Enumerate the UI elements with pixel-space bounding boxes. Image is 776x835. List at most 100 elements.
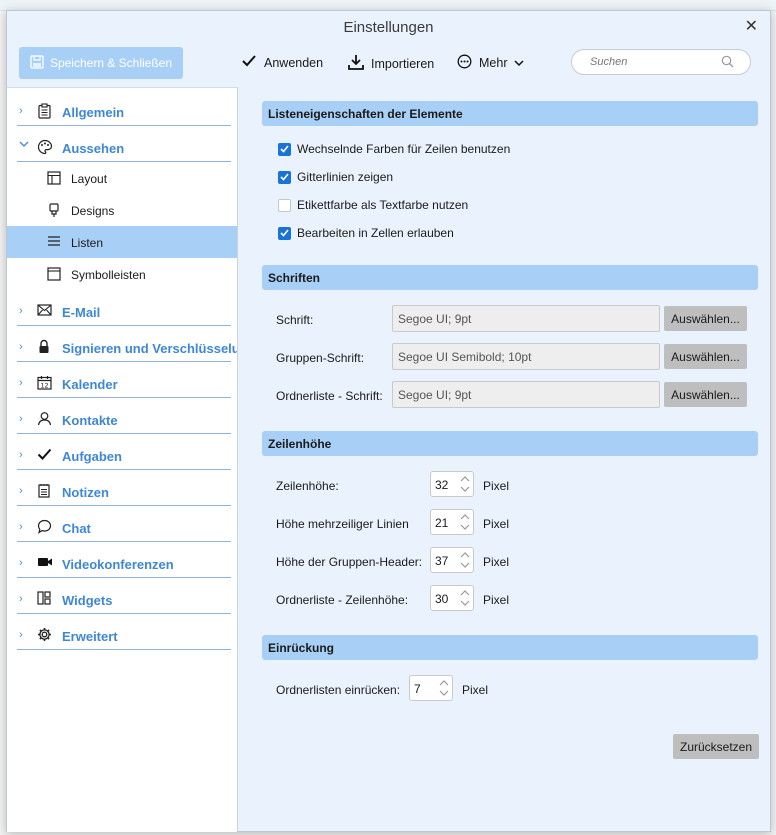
stepper-value[interactable]: 21	[435, 516, 448, 530]
unit-label: Pixel	[483, 479, 510, 493]
sidebar-item-divider	[17, 125, 231, 126]
checkbox-label: Bearbeiten in Zellen erlauben	[297, 226, 454, 240]
sidebar-item-aussehen[interactable]: Aussehen	[7, 134, 231, 162]
folder-indent-stepper[interactable]: 7	[409, 675, 453, 701]
more-label: Mehr	[479, 56, 508, 70]
folder-row-height-stepper[interactable]: 30	[430, 585, 474, 611]
stepper-arrows-icon[interactable]	[460, 474, 470, 497]
stepper-value[interactable]: 32	[435, 478, 448, 492]
chevron-right-icon: ›	[19, 521, 23, 533]
search-icon[interactable]	[721, 55, 734, 71]
checkbox-alternating-colors[interactable]: Wechselnde Farben für Zeilen benutzen	[278, 142, 510, 156]
check-icon	[37, 447, 52, 464]
checkbox-unchecked-icon[interactable]	[278, 198, 291, 212]
stepper-value[interactable]: 37	[435, 554, 448, 568]
close-button[interactable]: ✕	[745, 16, 758, 36]
font-select-button[interactable]: Auswählen...	[664, 306, 747, 331]
video-camera-icon	[37, 555, 53, 572]
sidebar-subitem-label: Symbolleisten	[71, 268, 146, 282]
sidebar-item-divider	[17, 361, 231, 362]
section-title: Zeilenhöhe	[268, 437, 332, 451]
checkbox-checked-icon[interactable]	[278, 226, 291, 240]
reset-button[interactable]: Zurücksetzen	[673, 734, 759, 759]
font-label: Schrift:	[276, 313, 314, 327]
more-dots-icon	[457, 54, 472, 72]
stepper-arrows-icon[interactable]	[460, 588, 470, 611]
stepper-arrows-icon[interactable]	[439, 678, 449, 701]
row-height-stepper[interactable]: 32	[430, 471, 474, 497]
sidebar-item-kontakte[interactable]: › Kontakte	[7, 406, 231, 434]
stepper-value[interactable]: 30	[435, 592, 448, 606]
sidebar-item-widgets[interactable]: › Widgets	[7, 586, 231, 614]
checkbox-label-color-text[interactable]: Etikettfarbe als Textfarbe nutzen	[278, 198, 468, 212]
more-button[interactable]: Mehr	[457, 54, 525, 72]
sidebar-item-erweitert[interactable]: › Erweitert	[7, 622, 231, 650]
checkbox-checked-icon[interactable]	[278, 170, 291, 184]
sidebar-item-videokonferenzen[interactable]: › Videokonferenzen	[7, 550, 231, 578]
sidebar-item-label: E-Mail	[62, 305, 101, 320]
sidebar-subitem-listen[interactable]: Listen	[7, 226, 237, 258]
chevron-right-icon: ›	[19, 593, 23, 605]
chevron-right-icon: ›	[19, 105, 23, 117]
chevron-right-icon: ›	[19, 341, 23, 353]
sidebar-item-aufgaben[interactable]: › Aufgaben	[7, 442, 231, 470]
search-box[interactable]	[571, 49, 751, 75]
person-icon	[37, 411, 52, 429]
checkbox-gridlines[interactable]: Gitterlinien zeigen	[278, 170, 393, 184]
dialog-title: Einstellungen	[343, 19, 434, 36]
unit-label: Pixel	[483, 555, 510, 569]
sidebar-subitem-label: Listen	[71, 236, 104, 250]
sidebar-item-allgemein[interactable]: › Allgemein	[7, 98, 231, 126]
chevron-down-icon	[19, 139, 29, 151]
sidebar-item-label: Notizen	[62, 485, 109, 500]
apply-button[interactable]: Anwenden	[241, 54, 323, 71]
lock-icon	[37, 339, 51, 357]
sidebar-item-divider	[17, 577, 231, 578]
sidebar-item-chat[interactable]: › Chat	[7, 514, 231, 542]
sidebar-item-notizen[interactable]: › Notizen	[7, 478, 231, 506]
notepad-icon	[37, 483, 51, 501]
sidebar-item-label: Allgemein	[62, 105, 125, 120]
sidebar-item-divider	[17, 325, 231, 326]
sidebar-subitem-label: Designs	[71, 204, 115, 218]
sidebar-subitem-layout[interactable]: Layout	[7, 162, 237, 194]
section-title: Listeneigenschaften der Elemente	[268, 107, 463, 121]
stepper-arrows-icon[interactable]	[460, 512, 470, 535]
sidebar-item-label: Videokonferenzen	[62, 557, 174, 572]
folder-indent-label: Ordnerlisten einrücken:	[276, 683, 401, 697]
unit-label: Pixel	[483, 517, 510, 531]
sidebar-item-label: Signieren und Verschlüsselu	[62, 341, 237, 356]
save-icon	[30, 54, 44, 72]
group-header-height-stepper[interactable]: 37	[430, 547, 474, 573]
sidebar-item-divider	[17, 397, 231, 398]
checkbox-checked-icon[interactable]	[278, 142, 291, 156]
folder-font-label: Ordnerliste - Schrift:	[276, 389, 383, 403]
palette-icon	[37, 139, 53, 158]
group-header-height-label: Höhe der Gruppen-Header:	[276, 555, 423, 569]
multiline-height-stepper[interactable]: 21	[430, 509, 474, 535]
group-font-label: Gruppen-Schrift:	[276, 351, 365, 365]
stepper-arrows-icon[interactable]	[460, 550, 470, 573]
sidebar-item-label: Aussehen	[62, 141, 125, 156]
sidebar-item-label: Erweitert	[62, 629, 118, 644]
folder-font-select-button[interactable]: Auswählen...	[664, 382, 747, 407]
group-font-select-button[interactable]: Auswählen...	[664, 344, 747, 369]
import-button[interactable]: Importieren	[348, 54, 434, 73]
save-close-button[interactable]: Speichern & Schließen	[19, 47, 183, 79]
checkbox-label: Wechselnde Farben für Zeilen benutzen	[297, 142, 511, 156]
search-input[interactable]	[588, 55, 712, 69]
folder-row-height-label: Ordnerliste - Zeilenhöhe:	[276, 593, 409, 607]
sidebar-item-kalender[interactable]: › 12 Kalender	[7, 370, 231, 398]
sidebar-item-divider	[17, 541, 231, 542]
sidebar-subitem-symbolleisten[interactable]: Symbolleisten	[7, 258, 237, 290]
checkbox-edit-in-cells[interactable]: Bearbeiten in Zellen erlauben	[278, 226, 454, 240]
stepper-value[interactable]: 7	[414, 682, 421, 696]
multiline-height-label: Höhe mehrzeiliger Linien	[276, 517, 409, 531]
calendar-icon: 12	[37, 375, 52, 393]
sidebar-subitem-designs[interactable]: Designs	[7, 194, 237, 226]
sidebar-item-email[interactable]: › E-Mail	[7, 298, 231, 326]
toolbar-icon	[47, 267, 61, 284]
sidebar-item-label: Kalender	[62, 377, 118, 392]
sidebar-item-signieren[interactable]: › Signieren und Verschlüsselu	[7, 334, 237, 362]
chevron-right-icon: ›	[19, 485, 23, 497]
